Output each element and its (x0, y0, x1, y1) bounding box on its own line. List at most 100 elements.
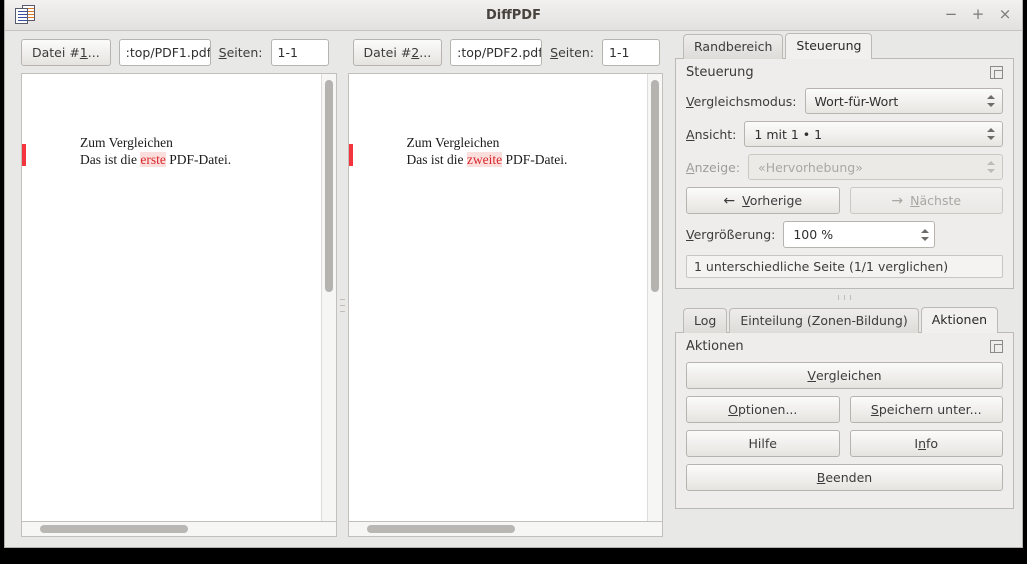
left-page-text: Zum Vergleichen Das ist die erste PDF-Da… (80, 134, 231, 168)
info-button[interactable]: In fo (849, 430, 1003, 457)
steuerung-panel: Steuerung Vergleichsmodus: Wort-für-Wort… (675, 59, 1014, 289)
window-controls: − + × (944, 7, 1012, 22)
vergleichsmodus-label: Vergleichsmodus: (686, 93, 797, 109)
docks-splitter[interactable] (675, 289, 1014, 305)
steuerung-title-row: Steuerung (686, 65, 1003, 80)
right-document-pane[interactable]: Zum Vergleichen Das ist die zweite PDF-D… (347, 73, 663, 522)
quit-button[interactable]: Beenden (686, 464, 1003, 491)
file2-group: Datei #2... :top/PDF2.pdf Seiten: 1-1 (352, 38, 660, 66)
chevron-updown-icon (986, 161, 996, 173)
tab-randbereich[interactable]: Randbereich (683, 34, 784, 59)
tab-steuerung[interactable]: Steuerung (785, 33, 873, 59)
title-bar: DiffPDF − + × (5, 0, 1022, 31)
left-vertical-scroll-thumb[interactable] (324, 80, 333, 292)
documents-icon (15, 5, 37, 25)
aktionen-panel-title: Aktionen (686, 339, 744, 354)
tab-aktionen[interactable]: Aktionen (920, 307, 999, 333)
zoom-spinbox[interactable]: 100 % (783, 221, 936, 248)
next-button-label: Nächste (910, 193, 962, 208)
vergleichsmodus-value: Wort-für-Wort (814, 93, 899, 109)
compare-button[interactable]: Vergleichen (686, 362, 1003, 389)
document-panes: Zum Vergleichen Das ist die erste PDF-Da… (5, 73, 669, 547)
top-dock-tabbar: Randbereich Steuerung (675, 31, 1014, 59)
left-horizontal-scroll-thumb[interactable] (40, 525, 188, 533)
arrow-right-icon: → (891, 192, 904, 209)
docks-splitter-grip (838, 294, 851, 300)
tab-log[interactable]: Log (683, 308, 728, 333)
vergleichsmodus-row: Vergleichsmodus: Wort-für-Wort (686, 88, 1003, 114)
comparison-status: 1 unterschiedliche Seite (1/1 verglichen… (686, 255, 1003, 278)
quit-row: Beenden (686, 464, 1003, 491)
left-line2-suffix: PDF-Datei. (165, 152, 232, 167)
aktionen-panel: Aktionen Vergleichen Optionen... Speiche… (675, 333, 1014, 509)
file2-path-input[interactable]: :top/PDF2.pdf (450, 38, 543, 66)
panes-splitter[interactable] (336, 73, 348, 537)
ansicht-combo[interactable]: 1 mit 1 • 1 (744, 121, 1003, 147)
bottom-dock-tabbar: Log Einteilung (Zonen-Bildung) Aktionen (675, 305, 1014, 333)
panes-splitter-grip (339, 298, 345, 312)
left-diff-word: erste (140, 152, 166, 167)
application-window: DiffPDF − + × Datei #1... :top/PDF1.pdf … (4, 0, 1023, 548)
left-line2-prefix: Das ist die (80, 152, 141, 167)
zoom-value: 100 % (793, 227, 834, 242)
file-toolbar: Datei #1... :top/PDF1.pdf Seiten: 1-1 Da… (5, 31, 669, 73)
aktionen-title-row: Aktionen (686, 339, 1003, 354)
previous-difference-button[interactable]: ← Vorherige (686, 187, 840, 214)
right-horizontal-scrollbar[interactable] (347, 522, 663, 537)
chevron-updown-icon[interactable] (920, 228, 930, 241)
left-document-pane[interactable]: Zum Vergleichen Das ist die erste PDF-Da… (21, 73, 337, 522)
ansicht-row: Ansicht: 1 mit 1 • 1 (686, 121, 1003, 147)
right-vertical-scroll-thumb[interactable] (651, 80, 659, 292)
save-as-button[interactable]: Speichern unter... (849, 396, 1003, 423)
file1-pages-input[interactable]: 1-1 (270, 38, 329, 66)
viewers-region: Datei #1... :top/PDF1.pdf Seiten: 1-1 Da… (5, 31, 669, 547)
anzeige-combo: «Hervorhebung» (748, 154, 1003, 180)
arrow-left-icon: ← (723, 192, 736, 209)
help-button[interactable]: Hilfe (686, 430, 840, 457)
right-line2-prefix: Das ist die (406, 152, 467, 167)
right-page-text: Zum Vergleichen Das ist die zweite PDF-D… (406, 134, 568, 168)
ansicht-label: Ansicht: (686, 126, 737, 142)
options-save-row: Optionen... Speichern unter... (686, 396, 1003, 423)
chevron-updown-icon (986, 95, 996, 107)
file1-path-input[interactable]: :top/PDF1.pdf (118, 38, 211, 66)
file2-open-button[interactable]: Datei #2... (352, 38, 443, 66)
right-diff-marker (348, 144, 353, 166)
help-info-row: Hilfe In fo (686, 430, 1003, 457)
minimize-button[interactable]: − (944, 7, 958, 22)
right-page-canvas[interactable]: Zum Vergleichen Das ist die zweite PDF-D… (348, 74, 647, 521)
undock-icon[interactable] (990, 340, 1003, 353)
left-horizontal-scrollbar[interactable] (21, 522, 337, 537)
vergleichsmodus-combo[interactable]: Wort-für-Wort (804, 88, 1003, 114)
left-vertical-scrollbar[interactable] (320, 74, 336, 521)
maximize-button[interactable]: + (971, 7, 985, 22)
right-line1: Zum Vergleichen (406, 135, 500, 150)
options-button[interactable]: Optionen... (686, 396, 840, 423)
file1-pages-label: Seiten: (218, 44, 263, 60)
left-page-canvas[interactable]: Zum Vergleichen Das ist die erste PDF-Da… (22, 74, 321, 521)
close-button[interactable]: × (998, 7, 1012, 22)
navigation-row: ← Vorherige → Nächste (686, 187, 1003, 214)
ansicht-value: 1 mit 1 • 1 (754, 126, 823, 142)
file2-pages-input[interactable]: 1-1 (602, 38, 660, 66)
right-horizontal-scroll-thumb[interactable] (366, 525, 515, 533)
undock-icon[interactable] (990, 66, 1003, 79)
anzeige-row: Anzeige: «Hervorhebung» (686, 154, 1003, 180)
window-title: DiffPDF (486, 7, 541, 23)
vergroesserung-label: Vergrößerung: (686, 227, 776, 242)
left-diff-marker (22, 144, 26, 166)
file1-open-button[interactable]: Datei #1... (21, 38, 111, 66)
anzeige-label: Anzeige: (686, 159, 741, 175)
right-vertical-scrollbar[interactable] (647, 74, 662, 521)
compare-row: Vergleichen (686, 362, 1003, 389)
anzeige-value: «Hervorhebung» (758, 159, 863, 175)
tab-einteilung[interactable]: Einteilung (Zonen-Bildung) (729, 308, 919, 333)
left-line1: Zum Vergleichen (80, 135, 173, 150)
chevron-updown-icon (986, 128, 996, 140)
right-pane-wrapper: Zum Vergleichen Das ist die zweite PDF-D… (347, 73, 663, 537)
steuerung-panel-title: Steuerung (686, 65, 754, 80)
next-difference-button[interactable]: → Nächste (849, 187, 1003, 214)
right-line2-suffix: PDF-Datei. (502, 152, 568, 167)
left-pane-wrapper: Zum Vergleichen Das ist die erste PDF-Da… (21, 73, 337, 537)
window-body: Datei #1... :top/PDF1.pdf Seiten: 1-1 Da… (5, 31, 1022, 547)
